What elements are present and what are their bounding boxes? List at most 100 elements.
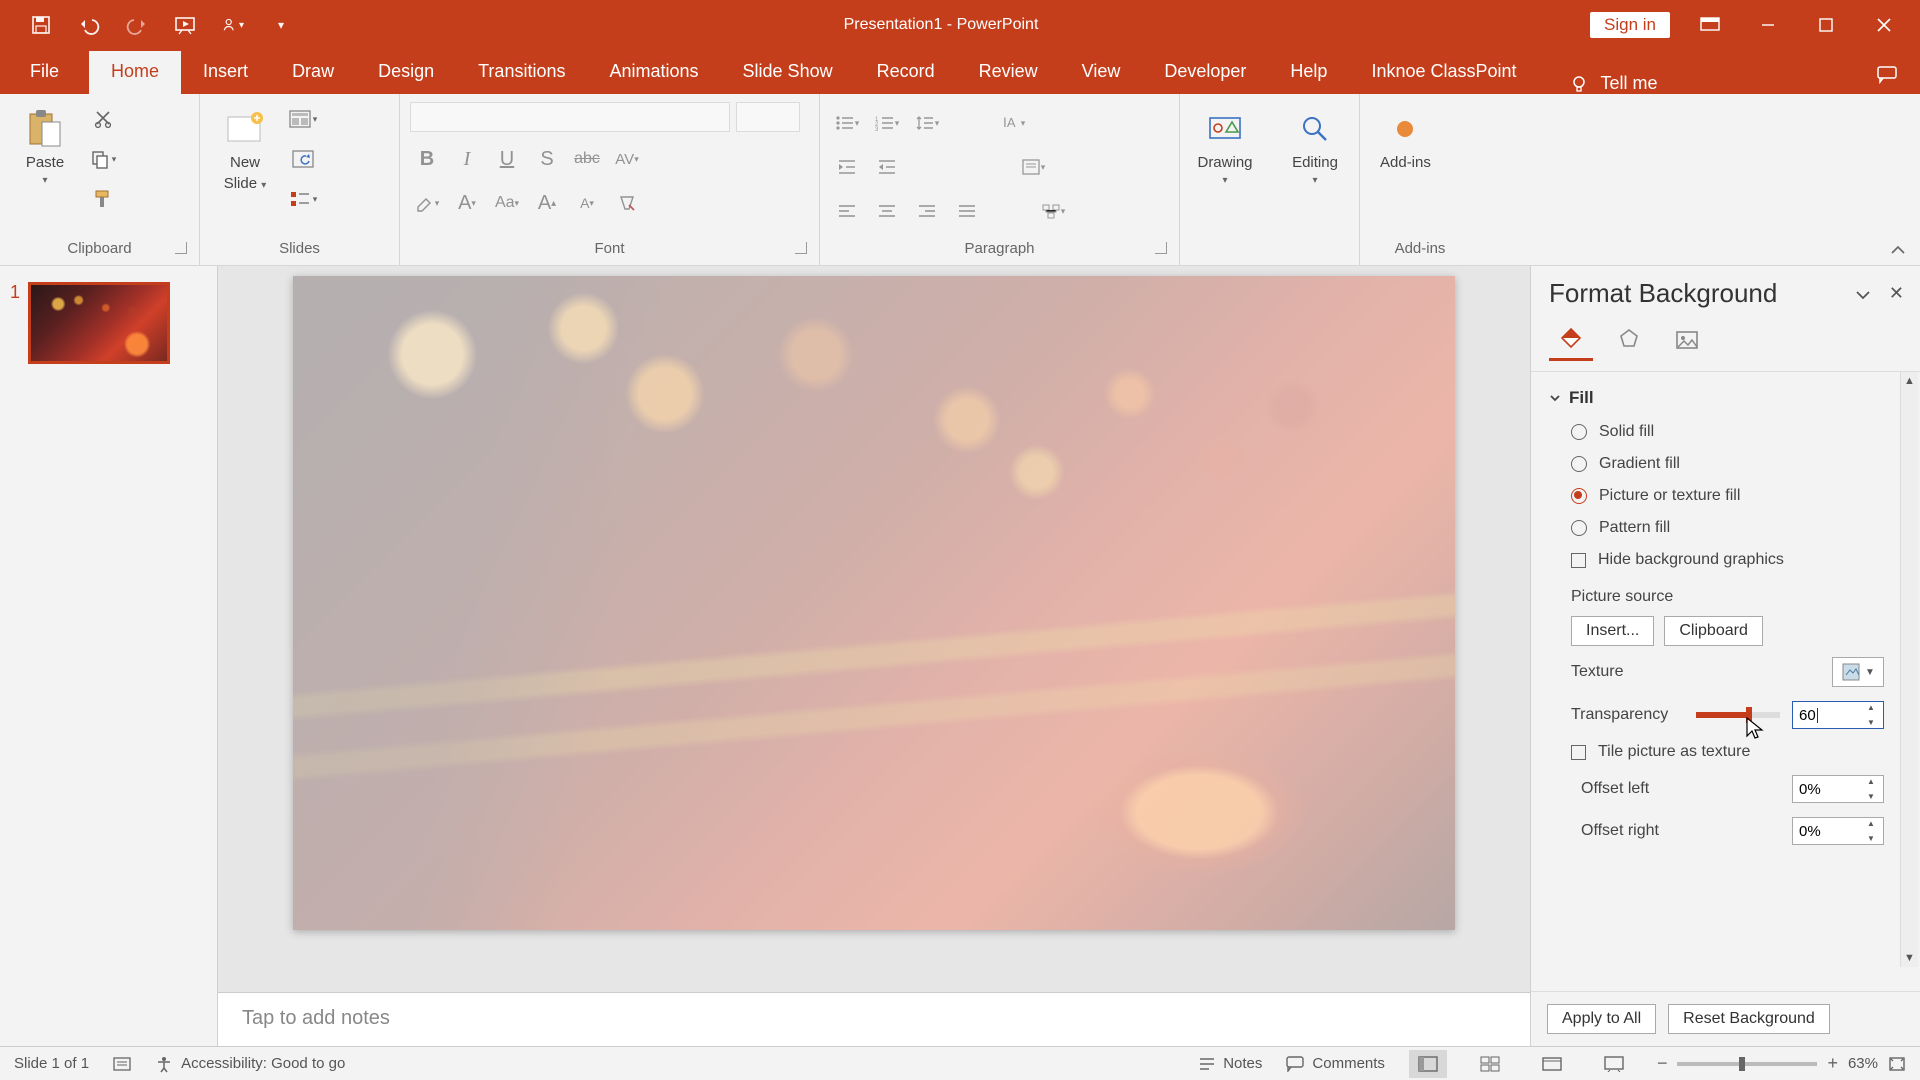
font-dialog-icon[interactable]: [795, 242, 807, 254]
radio-picture-fill[interactable]: Picture or texture fill: [1549, 480, 1884, 512]
close-icon[interactable]: [1866, 7, 1902, 43]
reset-slide-icon[interactable]: [288, 146, 318, 172]
pane-options-icon[interactable]: [1855, 288, 1871, 300]
tab-insert[interactable]: Insert: [181, 51, 270, 94]
undo-icon[interactable]: [78, 14, 100, 36]
tab-inknoe[interactable]: Inknoe ClassPoint: [1349, 51, 1538, 94]
notes-toggle[interactable]: Notes: [1199, 1055, 1262, 1072]
redo-icon[interactable]: [126, 14, 148, 36]
zoom-percent[interactable]: 63%: [1848, 1055, 1878, 1072]
check-hide-bg[interactable]: Hide background graphics: [1549, 544, 1884, 576]
save-icon[interactable]: [30, 14, 52, 36]
radio-gradient-fill[interactable]: Gradient fill: [1549, 448, 1884, 480]
slideshow-view-icon[interactable]: [1595, 1050, 1633, 1078]
section-icon[interactable]: ▾: [288, 186, 318, 212]
drawing-button[interactable]: Drawing▾: [1190, 102, 1260, 192]
shadow-button[interactable]: S: [530, 142, 564, 176]
ribbon-display-icon[interactable]: [1692, 7, 1728, 43]
align-center-button[interactable]: [870, 194, 904, 228]
clear-format-button[interactable]: [610, 186, 644, 220]
italic-button[interactable]: I: [450, 142, 484, 176]
radio-solid-fill[interactable]: Solid fill: [1549, 416, 1884, 448]
user-icon[interactable]: ▾: [222, 14, 244, 36]
tab-review[interactable]: Review: [957, 51, 1060, 94]
decrease-indent-button[interactable]: [830, 150, 864, 184]
section-status-icon[interactable]: [113, 1056, 131, 1072]
fit-to-window-icon[interactable]: [1888, 1056, 1906, 1072]
normal-view-icon[interactable]: [1409, 1050, 1447, 1078]
zoom-out-icon[interactable]: −: [1657, 1053, 1668, 1074]
increase-indent-button[interactable]: [870, 150, 904, 184]
maximize-icon[interactable]: [1808, 7, 1844, 43]
comments-toggle-icon[interactable]: [1876, 64, 1898, 94]
new-slide-button[interactable]: New Slide ▾: [210, 102, 280, 198]
offset-right-input[interactable]: 0%▲▼: [1792, 817, 1884, 845]
numbering-button[interactable]: 123▾: [870, 106, 904, 140]
grow-font-button[interactable]: A▴: [530, 186, 564, 220]
tab-home[interactable]: Home: [89, 51, 181, 94]
tab-record[interactable]: Record: [855, 51, 957, 94]
paste-button[interactable]: Paste ▾: [10, 102, 80, 192]
signin-button[interactable]: Sign in: [1590, 12, 1670, 38]
tab-design[interactable]: Design: [356, 51, 456, 94]
slideshow-start-icon[interactable]: [174, 14, 196, 36]
addins-button[interactable]: Add-ins: [1370, 102, 1441, 177]
clipboard-dialog-icon[interactable]: [175, 242, 187, 254]
tab-file[interactable]: File: [0, 51, 89, 94]
check-tile-picture[interactable]: Tile picture as texture: [1549, 736, 1884, 768]
bold-button[interactable]: B: [410, 142, 444, 176]
line-spacing-button[interactable]: ▾: [910, 106, 944, 140]
slide-canvas[interactable]: [293, 276, 1455, 930]
smartart-button[interactable]: ▾: [1036, 194, 1070, 228]
collapse-ribbon-icon[interactable]: [1890, 245, 1906, 257]
tab-transitions[interactable]: Transitions: [456, 51, 587, 94]
font-size-select[interactable]: [736, 102, 800, 132]
slide-counter[interactable]: Slide 1 of 1: [14, 1055, 89, 1072]
bullets-button[interactable]: ▾: [830, 106, 864, 140]
transparency-slider[interactable]: [1696, 712, 1780, 718]
shrink-font-button[interactable]: A▾: [570, 186, 604, 220]
pane-tab-picture[interactable]: [1665, 321, 1709, 361]
layout-icon[interactable]: ▾: [288, 106, 318, 132]
qat-customize-icon[interactable]: ▾: [270, 14, 292, 36]
texture-dropdown[interactable]: ▼: [1832, 657, 1884, 687]
tab-draw[interactable]: Draw: [270, 51, 356, 94]
char-spacing-button[interactable]: AV▾: [610, 142, 644, 176]
zoom-in-icon[interactable]: +: [1827, 1053, 1838, 1074]
thumbnail-preview[interactable]: [28, 282, 170, 364]
reading-view-icon[interactable]: [1533, 1050, 1571, 1078]
copy-icon[interactable]: ▾: [88, 146, 118, 172]
pane-tab-fill[interactable]: [1549, 321, 1593, 361]
align-left-button[interactable]: [830, 194, 864, 228]
accessibility-status[interactable]: Accessibility: Good to go: [155, 1055, 345, 1073]
font-color-button[interactable]: A▾: [450, 186, 484, 220]
font-family-select[interactable]: [410, 102, 730, 132]
align-text-button[interactable]: ▾: [1016, 150, 1050, 184]
radio-pattern-fill[interactable]: Pattern fill: [1549, 512, 1884, 544]
pane-close-icon[interactable]: ✕: [1889, 283, 1904, 304]
sorter-view-icon[interactable]: [1471, 1050, 1509, 1078]
thumbnail-item[interactable]: 1: [10, 282, 207, 364]
underline-button[interactable]: U: [490, 142, 524, 176]
format-painter-icon[interactable]: [88, 186, 118, 212]
tab-help[interactable]: Help: [1268, 51, 1349, 94]
tab-slideshow[interactable]: Slide Show: [721, 51, 855, 94]
tab-animations[interactable]: Animations: [587, 51, 720, 94]
pane-tab-effects[interactable]: [1607, 321, 1651, 361]
align-right-button[interactable]: [910, 194, 944, 228]
paragraph-dialog-icon[interactable]: [1155, 242, 1167, 254]
fill-section-header[interactable]: Fill: [1549, 380, 1884, 416]
tell-me[interactable]: Tell me: [1569, 73, 1658, 94]
highlight-button[interactable]: ▾: [410, 186, 444, 220]
tab-view[interactable]: View: [1060, 51, 1143, 94]
apply-to-all-button[interactable]: Apply to All: [1547, 1004, 1656, 1034]
reset-background-button[interactable]: Reset Background: [1668, 1004, 1830, 1034]
editing-button[interactable]: Editing▾: [1280, 102, 1350, 192]
minimize-icon[interactable]: [1750, 7, 1786, 43]
change-case-button[interactable]: Aa▾: [490, 186, 524, 220]
pane-scrollbar[interactable]: ▲▼: [1900, 372, 1918, 967]
offset-left-input[interactable]: 0%▲▼: [1792, 775, 1884, 803]
insert-picture-button[interactable]: Insert...: [1571, 616, 1654, 646]
justify-button[interactable]: [950, 194, 984, 228]
comments-toggle[interactable]: Comments: [1286, 1055, 1385, 1072]
